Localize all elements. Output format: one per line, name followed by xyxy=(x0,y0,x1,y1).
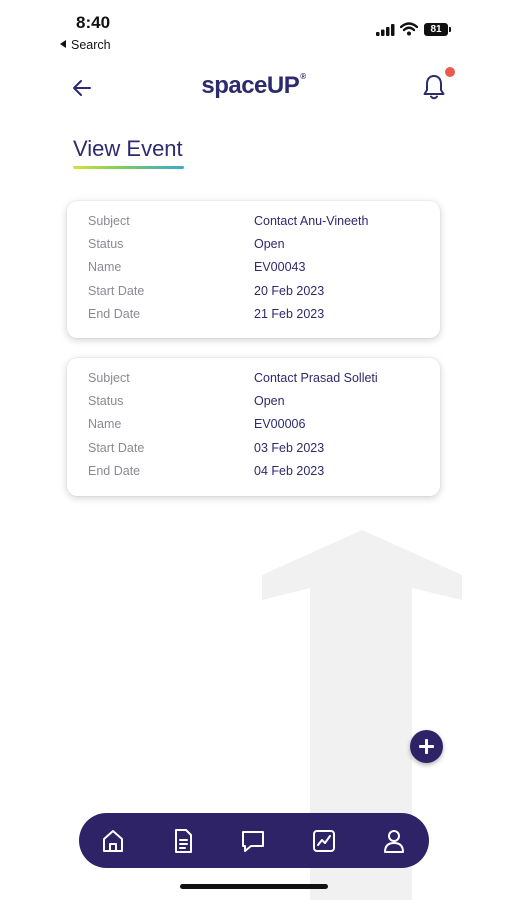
battery-icon: 81 xyxy=(424,23,451,36)
field-label: Status xyxy=(88,237,124,251)
field-label: Subject xyxy=(88,214,130,228)
chart-icon[interactable] xyxy=(309,826,339,856)
field-value: Open xyxy=(254,394,285,408)
cellular-signal-icon xyxy=(376,24,395,36)
field-value: 20 Feb 2023 xyxy=(254,284,325,298)
field-value: 03 Feb 2023 xyxy=(254,441,325,455)
event-row-end-date: End Date 21 Feb 2023 xyxy=(67,307,440,327)
document-icon[interactable] xyxy=(168,826,198,856)
event-row-subject: Subject Contact Anu-Vineeth xyxy=(67,214,440,234)
home-indicator[interactable] xyxy=(180,884,328,889)
bottom-navigation xyxy=(79,813,429,868)
field-label: Start Date xyxy=(88,441,145,455)
field-value: EV00043 xyxy=(254,260,306,274)
field-label: End Date xyxy=(88,464,141,478)
back-to-search[interactable]: Search xyxy=(60,38,111,52)
event-card[interactable]: Subject Contact Prasad Solleti Status Op… xyxy=(67,358,440,496)
page-title: View Event xyxy=(73,136,183,161)
field-value: EV00006 xyxy=(254,417,306,431)
logo-registered-mark: ® xyxy=(300,72,306,81)
field-value: 21 Feb 2023 xyxy=(254,307,325,321)
event-row-start-date: Start Date 03 Feb 2023 xyxy=(67,441,440,461)
back-triangle-icon xyxy=(60,40,66,48)
chat-icon[interactable] xyxy=(238,826,268,856)
back-to-search-label: Search xyxy=(71,38,111,52)
logo-text: spaceUP xyxy=(201,72,300,99)
add-event-button[interactable] xyxy=(410,730,443,763)
field-value: Contact Anu-Vineeth xyxy=(254,214,369,228)
event-row-start-date: Start Date 20 Feb 2023 xyxy=(67,284,440,304)
plus-icon-stroke xyxy=(425,739,428,754)
field-label: Name xyxy=(88,260,122,274)
event-row-subject: Subject Contact Prasad Solleti xyxy=(67,371,440,391)
event-card[interactable]: Subject Contact Anu-Vineeth Status Open … xyxy=(67,201,440,338)
field-label: Status xyxy=(88,394,124,408)
event-row-status: Status Open xyxy=(67,394,440,414)
field-label: Name xyxy=(88,417,122,431)
field-label: Start Date xyxy=(88,284,145,298)
field-value: 04 Feb 2023 xyxy=(254,464,325,478)
user-icon[interactable] xyxy=(379,826,409,856)
field-label: End Date xyxy=(88,307,141,321)
field-value: Open xyxy=(254,237,285,251)
title-underline xyxy=(73,166,184,169)
notification-dot xyxy=(445,67,455,77)
status-bar: 8:40 Search 81 xyxy=(0,0,507,56)
wifi-icon xyxy=(400,22,418,36)
event-row-name: Name EV00006 xyxy=(67,417,440,437)
field-value: Contact Prasad Solleti xyxy=(254,371,378,385)
app-header: spaceUP® xyxy=(0,60,507,116)
status-time: 8:40 xyxy=(76,13,111,32)
field-label: Subject xyxy=(88,371,130,385)
event-row-end-date: End Date 04 Feb 2023 xyxy=(67,464,440,484)
event-row-status: Status Open xyxy=(67,237,440,257)
event-row-name: Name EV00043 xyxy=(67,260,440,280)
bell-icon[interactable] xyxy=(421,73,447,101)
home-icon[interactable] xyxy=(98,826,128,856)
